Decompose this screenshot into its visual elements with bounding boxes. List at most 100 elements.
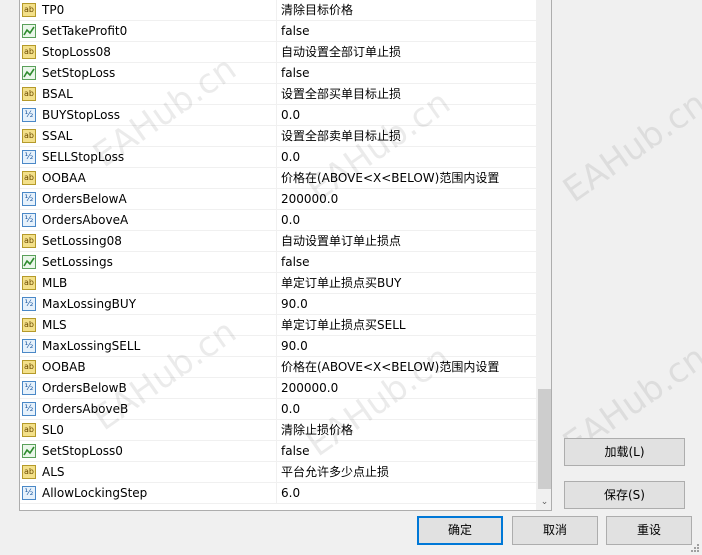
parameter-row[interactable]: OOBAB 价格在(ABOVE<X<BELOW)范围内设置 [20, 357, 537, 378]
parameter-name-cell[interactable]: BSAL [20, 84, 277, 105]
bool-icon [22, 24, 36, 38]
value-icon [22, 381, 36, 395]
load-button[interactable]: 加载(L) [564, 438, 685, 466]
parameter-row[interactable]: SELLStopLoss 0.0 [20, 147, 537, 168]
parameter-row[interactable]: SetStopLoss false [20, 63, 537, 84]
parameter-value[interactable]: 0.0 [277, 147, 537, 168]
parameter-row[interactable]: SetLossings false [20, 252, 537, 273]
parameter-value[interactable]: 清除止损价格 [277, 420, 537, 441]
parameter-name-cell[interactable]: OrdersBelowB [20, 378, 277, 399]
parameter-value[interactable]: false [277, 252, 537, 273]
parameter-row[interactable]: SL0 清除止损价格 [20, 420, 537, 441]
parameter-row[interactable]: OrdersAboveA 0.0 [20, 210, 537, 231]
parameter-name-cell[interactable]: SetLossing08 [20, 231, 277, 252]
value-icon [22, 402, 36, 416]
parameter-name-cell[interactable]: OrdersBelowA [20, 189, 277, 210]
parameter-row[interactable]: MLS 单定订单止损点买SELL [20, 315, 537, 336]
parameter-name-cell[interactable]: SL0 [20, 420, 277, 441]
parameter-value[interactable]: 0.0 [277, 105, 537, 126]
parameter-name-cell[interactable]: StopLoss08 [20, 42, 277, 63]
parameter-value[interactable]: false [277, 441, 537, 462]
parameter-value[interactable]: 200000.0 [277, 189, 537, 210]
parameter-value[interactable]: 90.0 [277, 336, 537, 357]
parameter-name-cell[interactable]: MLB [20, 273, 277, 294]
parameter-value[interactable]: 200000.0 [277, 378, 537, 399]
parameter-value[interactable]: 设置全部买单目标止损 [277, 84, 537, 105]
parameter-name: SetLossings [42, 255, 113, 269]
parameter-name: SL0 [42, 423, 64, 437]
parameter-value[interactable]: 0.0 [277, 399, 537, 420]
parameter-name-cell[interactable]: ALS [20, 462, 277, 483]
parameter-name-cell[interactable]: AllowLockingStep [20, 483, 277, 504]
parameter-row[interactable]: TP0 清除目标价格 [20, 0, 537, 21]
parameter-name-cell[interactable]: SetLossings [20, 252, 277, 273]
parameter-value[interactable]: 清除目标价格 [277, 0, 537, 21]
parameter-row[interactable]: BUYStopLoss 0.0 [20, 105, 537, 126]
parameter-value[interactable]: 设置全部卖单目标止损 [277, 126, 537, 147]
parameter-row[interactable]: OOBAA 价格在(ABOVE<X<BELOW)范围内设置 [20, 168, 537, 189]
reset-button[interactable]: 重设 [606, 516, 692, 545]
parameter-name: SetTakeProfit0 [42, 24, 128, 38]
parameter-name-cell[interactable]: MLS [20, 315, 277, 336]
parameters-list: TP0 清除目标价格 SetTakeProfit0 false StopLoss08 自动… [20, 0, 537, 504]
parameter-value[interactable]: 价格在(ABOVE<X<BELOW)范围内设置 [277, 357, 537, 378]
parameter-name-cell[interactable]: OOBAA [20, 168, 277, 189]
parameter-row[interactable]: SetTakeProfit0 false [20, 21, 537, 42]
parameter-value[interactable]: 0.0 [277, 210, 537, 231]
scroll-down-arrow-icon[interactable]: ⌄ [536, 494, 551, 510]
parameter-name-cell[interactable]: SetTakeProfit0 [20, 21, 277, 42]
parameter-name-cell[interactable]: MaxLossingBUY [20, 294, 277, 315]
parameter-row[interactable]: OrdersBelowB 200000.0 [20, 378, 537, 399]
parameter-name-cell[interactable]: SetStopLoss [20, 63, 277, 84]
parameter-name: MaxLossingBUY [42, 297, 137, 311]
cancel-button[interactable]: 取消 [512, 516, 598, 545]
value-icon [22, 150, 36, 164]
parameter-name-cell[interactable]: OrdersAboveB [20, 399, 277, 420]
parameter-name-cell[interactable]: OrdersAboveA [20, 210, 277, 231]
parameter-value[interactable]: 单定订单止损点买BUY [277, 273, 537, 294]
parameter-row[interactable]: AllowLockingStep 6.0 [20, 483, 537, 504]
parameter-name: BSAL [42, 87, 73, 101]
parameter-value[interactable]: 自动设置全部订单止损 [277, 42, 537, 63]
parameter-row[interactable]: OrdersBelowA 200000.0 [20, 189, 537, 210]
parameter-value[interactable]: 单定订单止损点买SELL [277, 315, 537, 336]
parameter-value[interactable]: 自动设置单订单止损点 [277, 231, 537, 252]
parameter-name-cell[interactable]: SELLStopLoss [20, 147, 277, 168]
parameter-name-cell[interactable]: TP0 [20, 0, 277, 21]
ab-icon [22, 129, 36, 143]
ab-icon [22, 360, 36, 374]
parameter-name-cell[interactable]: SetStopLoss0 [20, 441, 277, 462]
parameter-name: AllowLockingStep [42, 486, 148, 500]
scrollbar-thumb[interactable] [538, 389, 551, 489]
parameter-row[interactable]: MaxLossingBUY 90.0 [20, 294, 537, 315]
parameter-row[interactable]: MLB 单定订单止损点买BUY [20, 273, 537, 294]
parameter-name-cell[interactable]: OOBAB [20, 357, 277, 378]
ok-button[interactable]: 确定 [417, 516, 503, 545]
watermark-text: EAHub.cn [556, 83, 702, 211]
parameter-row[interactable]: SetLossing08 自动设置单订单止损点 [20, 231, 537, 252]
parameter-name-cell[interactable]: SSAL [20, 126, 277, 147]
vertical-scrollbar[interactable]: ⌄ [536, 0, 551, 510]
parameter-row[interactable]: SSAL 设置全部卖单目标止损 [20, 126, 537, 147]
parameter-value[interactable]: 6.0 [277, 483, 537, 504]
ab-icon [22, 45, 36, 59]
parameter-value[interactable]: false [277, 21, 537, 42]
save-button[interactable]: 保存(S) [564, 481, 685, 509]
resize-grip-icon[interactable] [690, 543, 700, 553]
parameter-name-cell[interactable]: BUYStopLoss [20, 105, 277, 126]
value-icon [22, 192, 36, 206]
parameter-value[interactable]: false [277, 63, 537, 84]
parameter-value[interactable]: 平台允许多少点止损 [277, 462, 537, 483]
parameter-name: StopLoss08 [42, 45, 111, 59]
parameter-row[interactable]: OrdersAboveB 0.0 [20, 399, 537, 420]
parameter-row[interactable]: StopLoss08 自动设置全部订单止损 [20, 42, 537, 63]
ab-icon [22, 423, 36, 437]
parameter-row[interactable]: ALS 平台允许多少点止损 [20, 462, 537, 483]
parameter-row[interactable]: SetStopLoss0 false [20, 441, 537, 462]
parameter-value[interactable]: 价格在(ABOVE<X<BELOW)范围内设置 [277, 168, 537, 189]
parameter-value[interactable]: 90.0 [277, 294, 537, 315]
parameter-row[interactable]: BSAL 设置全部买单目标止损 [20, 84, 537, 105]
parameter-row[interactable]: MaxLossingSELL 90.0 [20, 336, 537, 357]
ab-icon [22, 465, 36, 479]
parameter-name-cell[interactable]: MaxLossingSELL [20, 336, 277, 357]
